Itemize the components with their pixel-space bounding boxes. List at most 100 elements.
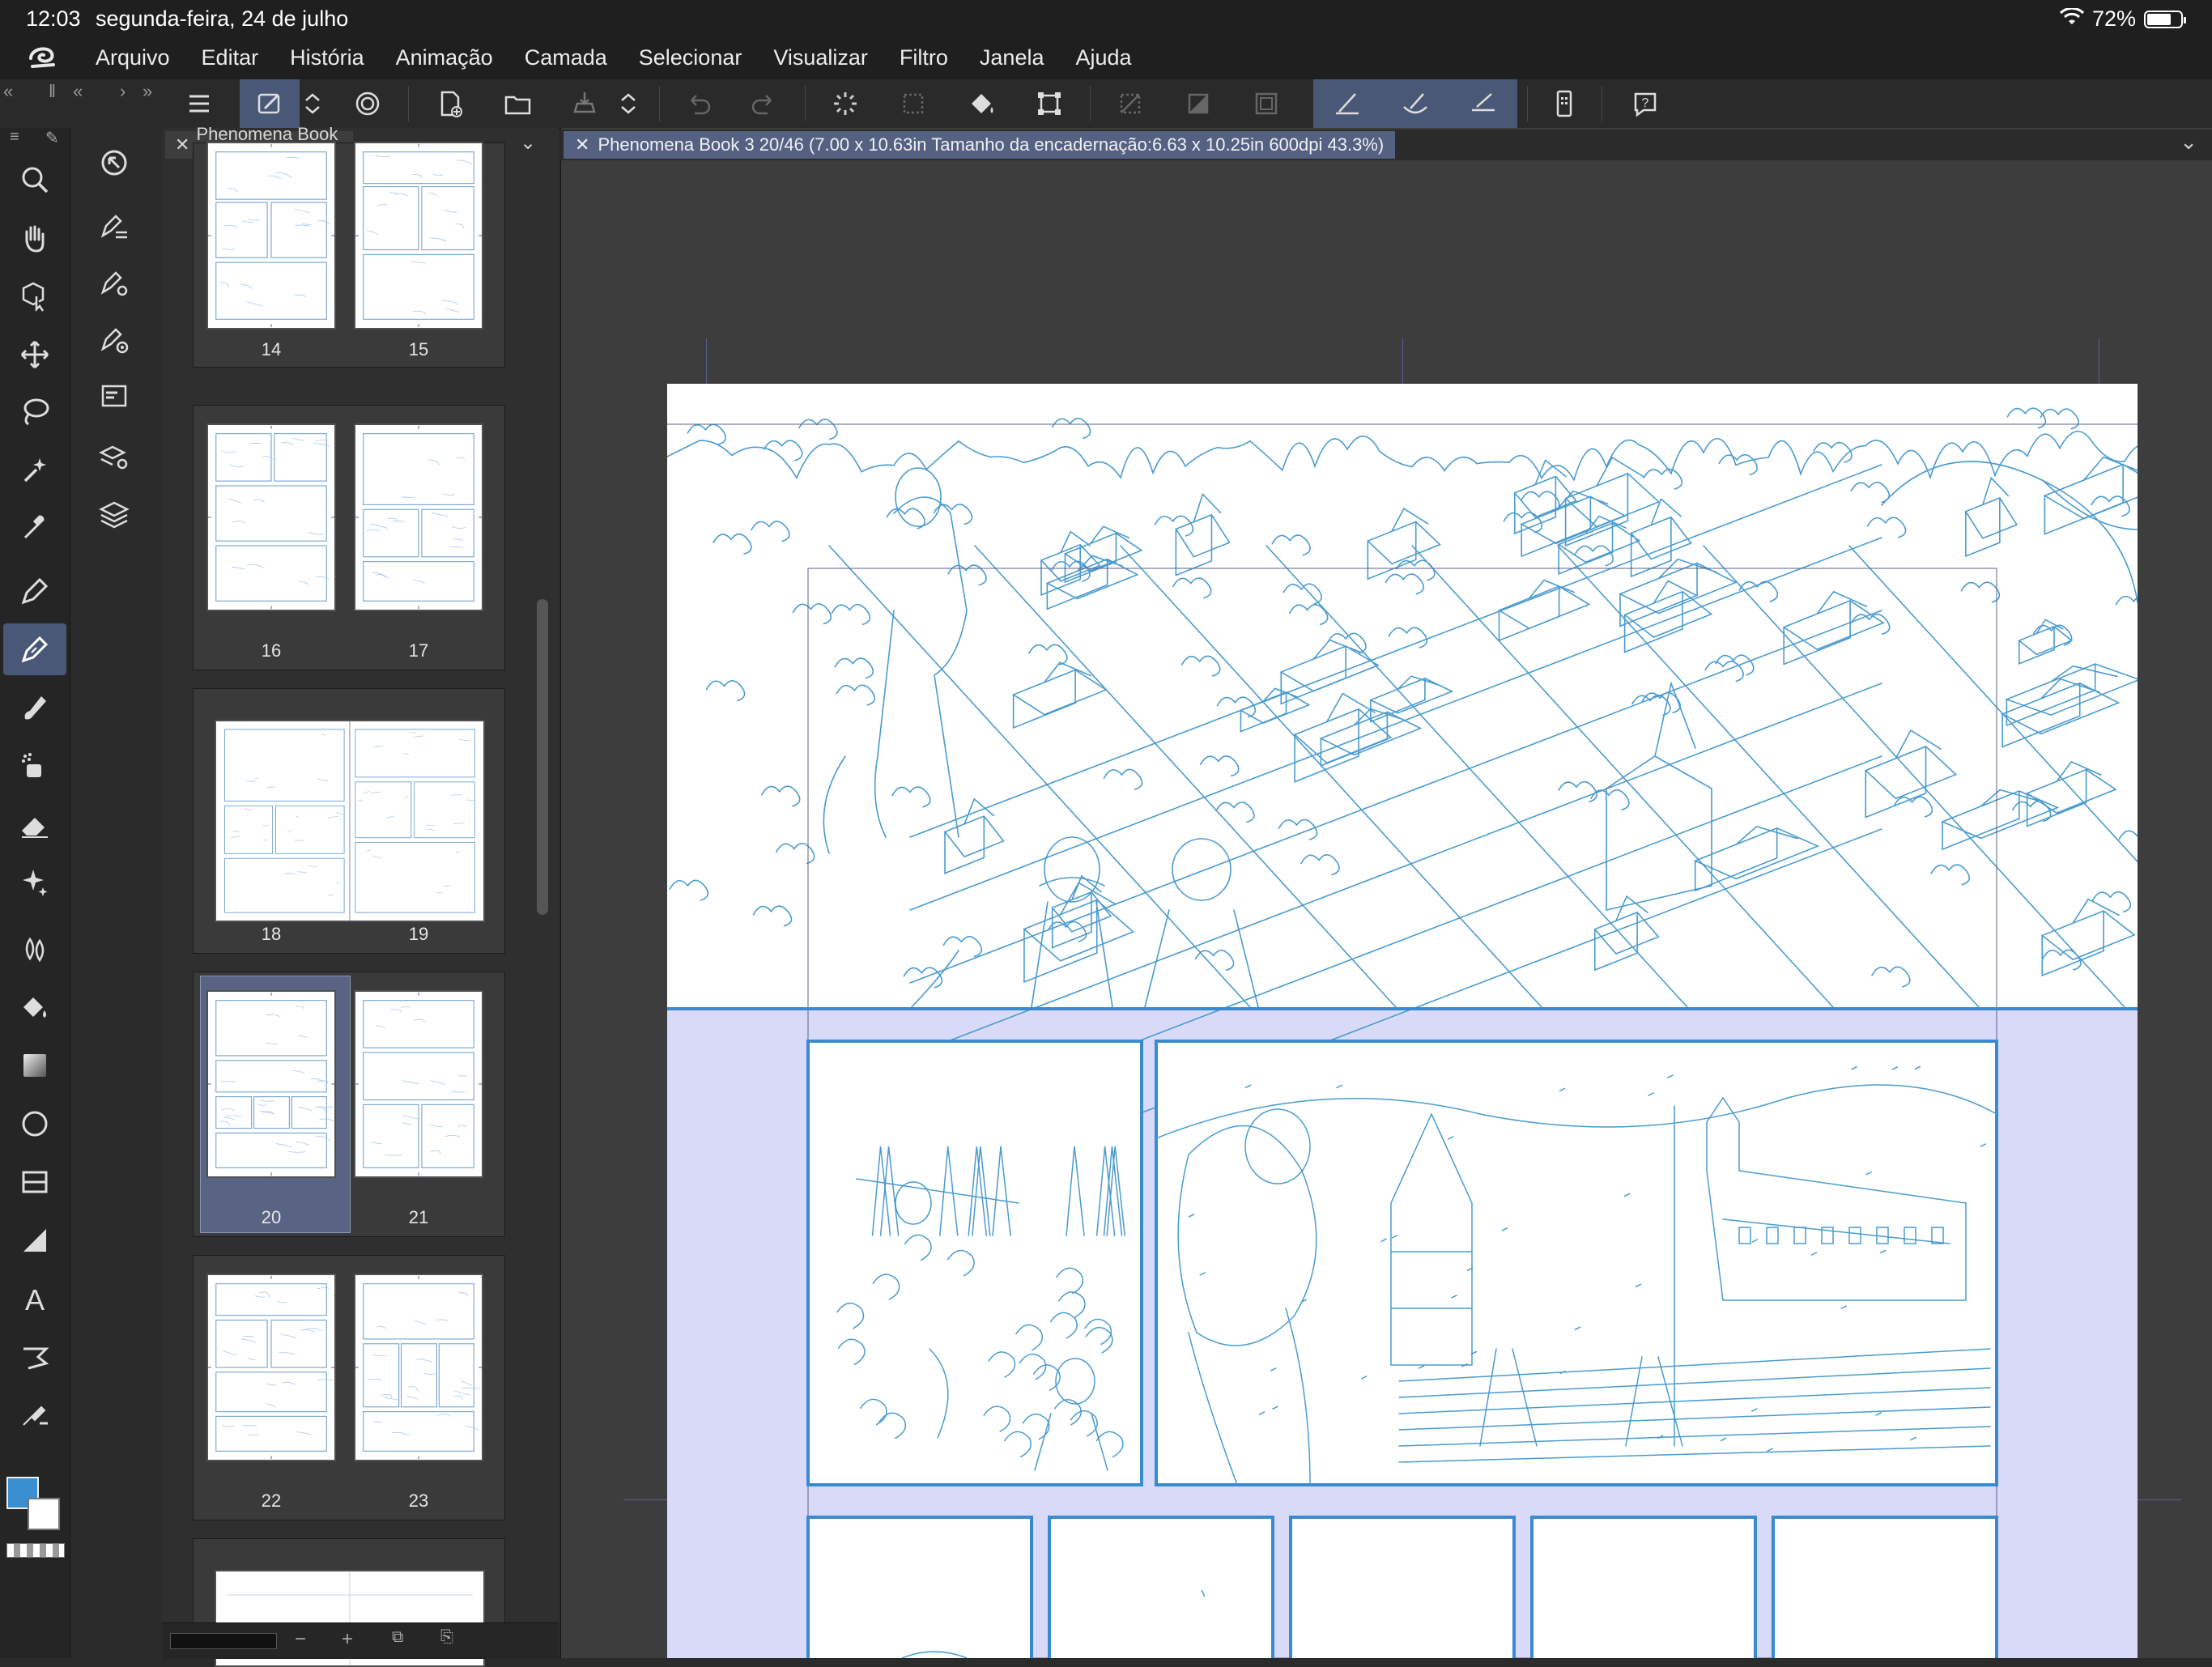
- open-folder-icon[interactable]: [494, 79, 542, 128]
- fill-icon[interactable]: [3, 981, 66, 1033]
- page-list-scrollbar[interactable]: [537, 599, 548, 915]
- spiral-icon[interactable]: [343, 79, 392, 128]
- deselect-icon[interactable]: [1106, 79, 1155, 128]
- magic-wand-icon[interactable]: [3, 444, 66, 495]
- shape-icon[interactable]: [3, 1098, 66, 1150]
- balloon-icon[interactable]: [3, 1331, 66, 1383]
- correct-line-icon[interactable]: [3, 1388, 66, 1439]
- page-thumb-20[interactable]: [206, 990, 336, 1178]
- page-spread-20-21[interactable]: 20 21: [193, 972, 505, 1237]
- page-thumb-14[interactable]: [206, 142, 336, 330]
- page-thumb-22[interactable]: [206, 1274, 336, 1461]
- fill-bucket-icon[interactable]: [957, 79, 1006, 128]
- menu-filtro[interactable]: Filtro: [900, 45, 948, 70]
- page-spread-22-23[interactable]: 22 23: [193, 1255, 505, 1520]
- close-tab-icon[interactable]: ✕: [175, 134, 189, 155]
- layers-icon[interactable]: [83, 487, 145, 541]
- page-number: 20: [261, 1207, 282, 1227]
- airbrush-icon[interactable]: [3, 740, 66, 792]
- page-spread-14-15[interactable]: 14 15: [193, 142, 505, 368]
- selection-dots-icon[interactable]: [889, 79, 938, 128]
- menu-janela[interactable]: Janela: [980, 45, 1044, 70]
- blend-icon[interactable]: [3, 923, 66, 975]
- brush-icon[interactable]: [3, 682, 66, 734]
- transform-icon[interactable]: [1025, 79, 1074, 128]
- menu-editar[interactable]: Editar: [202, 45, 259, 70]
- redo-icon[interactable]: [740, 79, 789, 128]
- page-export-icon[interactable]: ⎘: [440, 1628, 453, 1647]
- tool-property-icon[interactable]: [83, 256, 145, 309]
- undo-icon[interactable]: [674, 79, 722, 128]
- spinner-icon[interactable]: [296, 79, 329, 128]
- chevron-down-icon[interactable]: ⌄: [520, 131, 536, 155]
- page-thumb-18-19[interactable]: [215, 720, 485, 922]
- selection-frame-icon[interactable]: [1242, 79, 1291, 128]
- menu-ajuda[interactable]: Ajuda: [1075, 45, 1131, 70]
- decoration-icon[interactable]: [3, 857, 66, 908]
- eraser-icon[interactable]: [3, 798, 66, 850]
- invert-selection-icon[interactable]: [1174, 79, 1223, 128]
- page-thumb-23[interactable]: [354, 1274, 483, 1461]
- page-thumb-16[interactable]: [206, 423, 336, 611]
- transparent-color-swatch[interactable]: [6, 1543, 65, 1558]
- pencil-icon[interactable]: [3, 623, 66, 675]
- hand-icon[interactable]: [3, 212, 66, 264]
- page-settings-icon[interactable]: ⧉: [392, 1628, 403, 1647]
- frame-border-icon[interactable]: [3, 1156, 66, 1208]
- sub-tool-icon[interactable]: [83, 199, 145, 253]
- page-thumb-17[interactable]: [354, 423, 483, 611]
- menu-animacao[interactable]: Animação: [396, 45, 493, 70]
- lasso-icon[interactable]: [3, 385, 66, 437]
- menu-historia[interactable]: História: [290, 45, 364, 70]
- ruler-icon[interactable]: [3, 1214, 66, 1266]
- page-thumb-15[interactable]: [354, 142, 483, 330]
- zoom-out-button[interactable]: −: [295, 1628, 306, 1651]
- collapse-left-icon[interactable]: «: [3, 81, 13, 102]
- save-cloud-icon[interactable]: [560, 79, 609, 128]
- eyedropper-icon[interactable]: [3, 500, 66, 552]
- page-thumb-21[interactable]: [354, 990, 483, 1178]
- document-tab[interactable]: ✕ Phenomena Book 3 20/46 (7.00 x 10.63in…: [564, 131, 1396, 159]
- companion-icon[interactable]: [1540, 79, 1589, 128]
- tab-chevron-down-icon[interactable]: ⌄: [2180, 130, 2197, 155]
- expand-right-2-icon[interactable]: »: [143, 81, 152, 102]
- menu-arquivo[interactable]: Arquivo: [96, 45, 170, 70]
- object-select-icon[interactable]: [3, 270, 66, 322]
- page-spread-16-17[interactable]: 16 17: [193, 405, 505, 670]
- expand-right-icon[interactable]: ›: [120, 81, 125, 102]
- panel-grip-icon[interactable]: ‖: [49, 81, 56, 102]
- page-number: 15: [408, 339, 429, 359]
- snap-ruler-icon[interactable]: [1313, 79, 1381, 128]
- menu-visualizar[interactable]: Visualizar: [773, 45, 868, 70]
- new-file-icon[interactable]: [426, 79, 474, 128]
- zoom-in-button[interactable]: +: [342, 1628, 353, 1651]
- text-icon[interactable]: A: [3, 1273, 66, 1325]
- export-spinner-icon[interactable]: [612, 79, 644, 128]
- gradient-icon[interactable]: [3, 1040, 66, 1091]
- app-logo-icon[interactable]: [24, 42, 60, 74]
- menu-icon[interactable]: [175, 79, 223, 128]
- zoom-icon[interactable]: [3, 154, 66, 206]
- navigator-icon[interactable]: [83, 136, 145, 189]
- menu-selecionar[interactable]: Selecionar: [639, 45, 742, 70]
- move-icon[interactable]: [3, 329, 66, 381]
- snap-guide-icon[interactable]: [1449, 79, 1517, 128]
- snap-curve-icon[interactable]: [1381, 79, 1449, 128]
- tool-pen-mini-icon[interactable]: ✎: [45, 128, 59, 148]
- comic-page-canvas[interactable]: [667, 384, 2138, 1658]
- close-doc-icon[interactable]: ✕: [575, 134, 589, 155]
- brush-settings-icon[interactable]: [240, 79, 300, 128]
- sub-color-swatch[interactable]: [28, 1498, 60, 1530]
- tool-menu-icon[interactable]: ≡: [10, 128, 19, 147]
- collapse-left-2-icon[interactable]: «: [73, 81, 83, 102]
- menu-camada[interactable]: Camada: [525, 45, 607, 70]
- layer-property-icon[interactable]: [83, 369, 145, 423]
- layer-search-icon[interactable]: [83, 431, 145, 484]
- page-spread-18-19[interactable]: 18 19: [193, 688, 505, 954]
- loading-icon[interactable]: [821, 79, 870, 128]
- wifi-icon: [2059, 6, 2085, 32]
- brush-size-icon[interactable]: [83, 313, 145, 366]
- pen-icon[interactable]: [3, 565, 66, 617]
- help-icon[interactable]: ?: [1621, 79, 1670, 128]
- thumbnail-size-slider[interactable]: [170, 1633, 277, 1649]
